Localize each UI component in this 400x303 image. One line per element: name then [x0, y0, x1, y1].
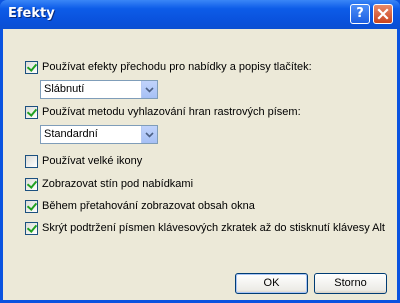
font-smoothing-label: Používat metodu vyhlazování hran rastrov… [42, 106, 301, 118]
transition-dropdown-button[interactable] [141, 81, 157, 98]
option-drag-contents[interactable]: Během přetahování zobrazovat obsah okna [25, 199, 255, 213]
option-menu-shadow[interactable]: Zobrazovat stín pod nabídkami [25, 177, 193, 191]
chevron-down-icon [145, 131, 154, 138]
dialog-body: Používat efekty přechodu pro nabídky a p… [3, 29, 397, 300]
large-icons-label: Používat velké ikony [42, 155, 143, 167]
title-bar[interactable]: Efekty ? [0, 0, 400, 29]
menu-shadow-label: Zobrazovat stín pod nabídkami [42, 178, 194, 190]
large-icons-checkbox[interactable] [25, 154, 38, 168]
hide-underlines-label: Skrýt podtržení písmen klávesových zkrat… [42, 222, 385, 234]
transition-effect-select[interactable]: Slábnutí [40, 80, 158, 99]
option-font-smoothing[interactable]: Používat metodu vyhlazování hran rastrov… [25, 105, 301, 119]
drag-contents-checkbox[interactable] [25, 199, 38, 213]
option-transition-effects[interactable]: Používat efekty přechodu pro nabídky a p… [25, 60, 312, 74]
transition-effects-checkbox[interactable] [25, 60, 38, 74]
close-button[interactable] [373, 4, 393, 24]
chevron-down-icon [145, 86, 154, 93]
hide-underlines-checkbox[interactable] [25, 221, 38, 235]
option-hide-underlines[interactable]: Skrýt podtržení písmen klávesových zkrat… [25, 221, 385, 235]
transition-effects-label: Používat efekty přechodu pro nabídky a p… [42, 61, 312, 73]
smoothing-dropdown-button[interactable] [141, 126, 157, 143]
close-icon [377, 8, 389, 20]
drag-contents-label: Během přetahování zobrazovat obsah okna [42, 200, 255, 212]
help-button[interactable]: ? [350, 4, 370, 24]
effects-dialog: Efekty ? Používat efekty přechodu pro na… [0, 0, 400, 303]
cancel-button[interactable]: Storno [314, 273, 387, 294]
ok-button[interactable]: OK [235, 273, 308, 294]
window-title: Efekty [8, 6, 55, 21]
transition-effect-value: Slábnutí [44, 83, 85, 95]
menu-shadow-checkbox[interactable] [25, 177, 38, 191]
smoothing-method-value: Standardní [44, 128, 98, 140]
font-smoothing-checkbox[interactable] [25, 105, 38, 119]
option-large-icons[interactable]: Používat velké ikony [25, 154, 142, 168]
smoothing-method-select[interactable]: Standardní [40, 125, 158, 144]
help-icon: ? [356, 6, 364, 21]
